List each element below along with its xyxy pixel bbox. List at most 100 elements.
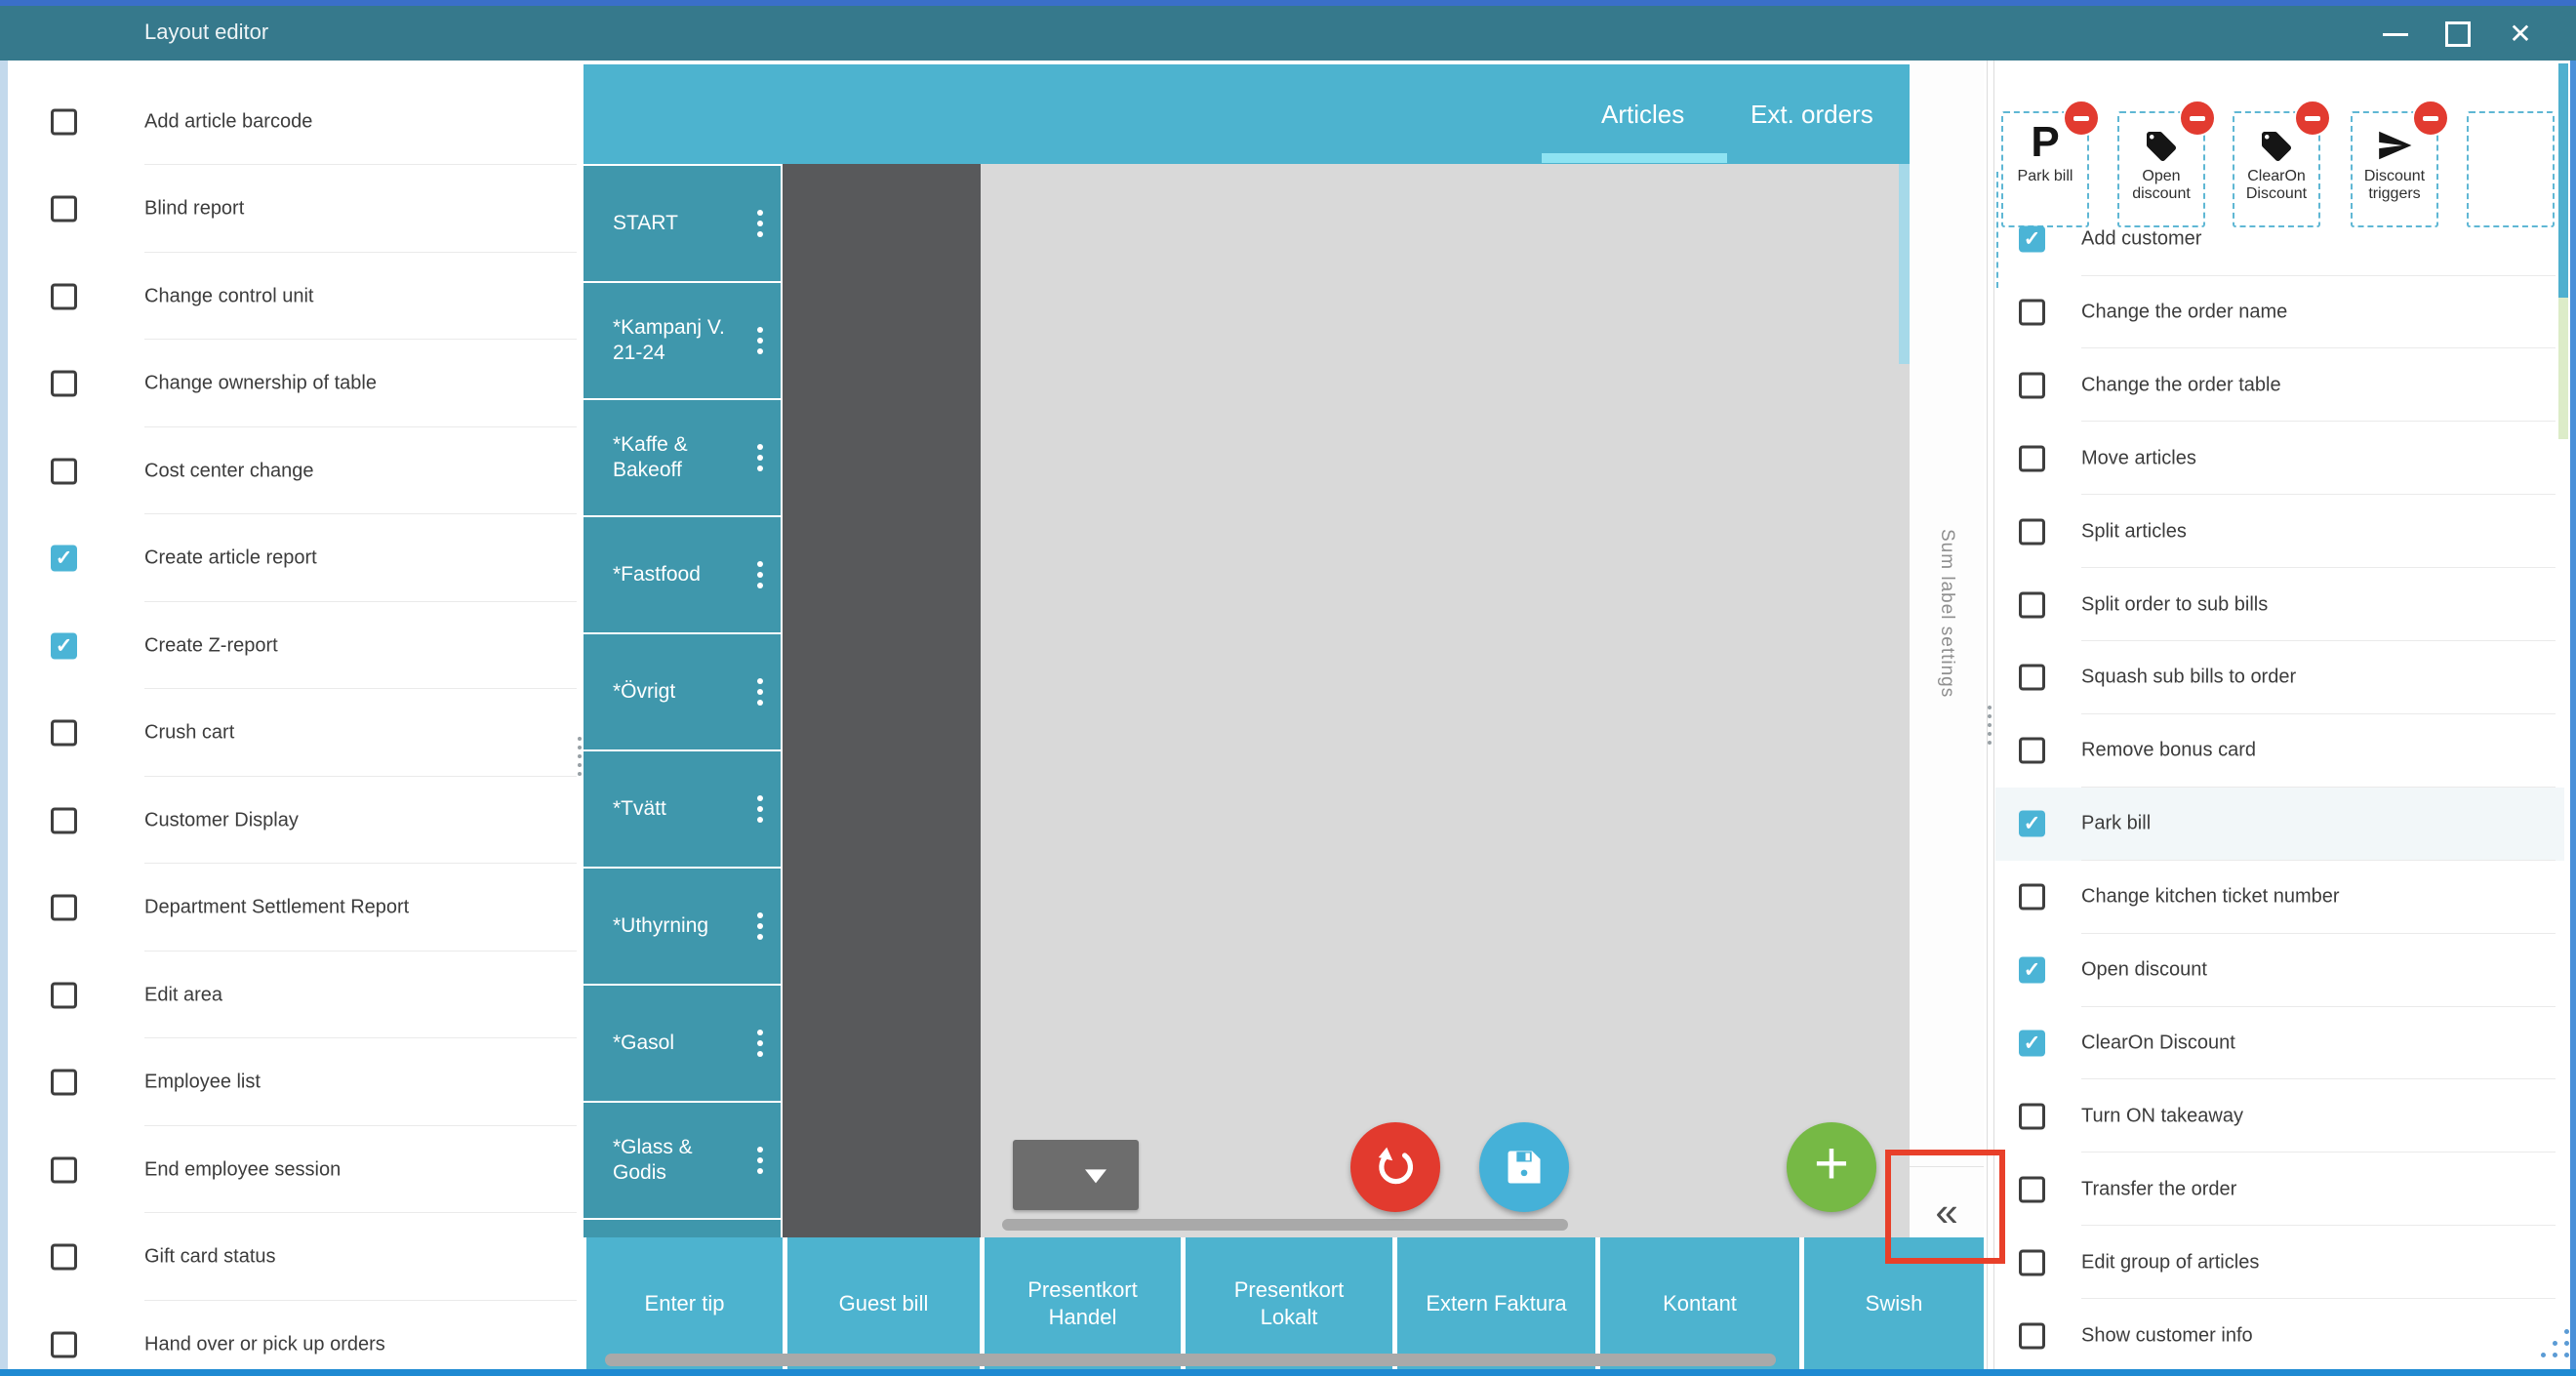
right-splitter-handle[interactable]	[1988, 706, 1992, 745]
kebab-menu-icon[interactable]	[757, 795, 763, 823]
checkbox[interactable]	[51, 196, 77, 223]
function-row[interactable]: Hand over or pick up orders	[8, 1301, 581, 1376]
remove-slot-button[interactable]	[2294, 100, 2331, 137]
checkbox[interactable]	[2019, 591, 2045, 618]
order-function-row[interactable]: Split articles	[1995, 495, 2570, 568]
layout-canvas[interactable]	[981, 164, 1910, 1237]
checkbox[interactable]	[2019, 445, 2045, 471]
left-splitter-handle[interactable]	[578, 737, 582, 776]
kebab-menu-icon[interactable]	[757, 327, 763, 354]
function-row[interactable]: Edit area	[8, 951, 581, 1038]
checkbox[interactable]	[51, 108, 77, 135]
function-row[interactable]: Customer Display	[8, 777, 581, 864]
payment-button[interactable]: Kontant	[1600, 1237, 1799, 1369]
checkbox[interactable]	[2019, 1322, 2045, 1349]
payment-button[interactable]: Extern Faktura	[1397, 1237, 1595, 1369]
checkbox[interactable]: ✓	[2019, 811, 2045, 837]
order-function-row[interactable]: Move articles	[1995, 422, 2570, 495]
add-button[interactable]: +	[1787, 1122, 1876, 1212]
checkbox[interactable]	[51, 720, 77, 747]
order-function-row[interactable]: Change the order table	[1995, 348, 2570, 422]
order-function-row[interactable]: ✓ClearOn Discount	[1995, 1006, 2570, 1079]
checkbox[interactable]	[51, 1070, 77, 1096]
checkbox[interactable]	[2019, 372, 2045, 398]
bottom-horizontal-scrollbar[interactable]	[605, 1354, 1776, 1366]
minimize-button[interactable]	[2373, 12, 2418, 57]
kebab-menu-icon[interactable]	[757, 210, 763, 237]
tab-ext-orders[interactable]: Ext. orders	[1751, 100, 1873, 130]
payment-button[interactable]: Enter tip	[586, 1237, 783, 1369]
order-function-row[interactable]: ✓Park bill	[1995, 788, 2570, 861]
category-button[interactable]: *Uthyrning	[584, 869, 781, 984]
checkbox[interactable]	[2019, 884, 2045, 911]
checkbox[interactable]	[2019, 299, 2045, 325]
function-row[interactable]: Gift card status	[8, 1214, 581, 1301]
category-button[interactable]: *Tvätt	[584, 751, 781, 867]
checkbox[interactable]	[51, 1244, 77, 1271]
checkbox[interactable]	[51, 895, 77, 921]
checkbox[interactable]	[2019, 518, 2045, 545]
kebab-menu-icon[interactable]	[757, 1030, 763, 1057]
checkbox[interactable]: ✓	[2019, 1030, 2045, 1056]
kebab-menu-icon[interactable]	[757, 678, 763, 706]
checkbox[interactable]	[51, 1331, 77, 1357]
checkbox[interactable]: ✓	[51, 632, 77, 659]
kebab-menu-icon[interactable]	[757, 912, 763, 940]
function-row[interactable]: Blind report	[8, 166, 581, 253]
category-button[interactable]: *Kampanj V. 21-24	[584, 283, 781, 398]
payment-button[interactable]: Presentkort Handel	[985, 1237, 1181, 1369]
function-row[interactable]: Cost center change	[8, 427, 581, 514]
function-row[interactable]: Add article barcode	[8, 78, 581, 165]
checkbox[interactable]	[51, 1156, 77, 1183]
kebab-menu-icon[interactable]	[757, 444, 763, 471]
function-row[interactable]: Change control unit	[8, 253, 581, 340]
function-row[interactable]: Department Settlement Report	[8, 865, 581, 951]
category-button[interactable]: *Övrigt	[584, 634, 781, 749]
canvas-dropdown[interactable]	[1013, 1140, 1139, 1210]
category-button[interactable]: *Kaffe & Bakeoff	[584, 400, 781, 515]
order-function-row[interactable]: Split order to sub bills	[1995, 568, 2570, 641]
function-row[interactable]: End employee session	[8, 1126, 581, 1213]
canvas-horizontal-scrollbar[interactable]	[1002, 1219, 1568, 1231]
checkbox[interactable]	[2019, 1249, 2045, 1275]
function-row[interactable]: Crush cart	[8, 690, 581, 777]
payment-button[interactable]: Guest bill	[787, 1237, 980, 1369]
kebab-menu-icon[interactable]	[757, 561, 763, 588]
checkbox[interactable]	[2019, 738, 2045, 764]
checkbox[interactable]	[51, 807, 77, 833]
order-function-row[interactable]: ✓Open discount	[1995, 934, 2570, 1007]
resize-grip[interactable]	[2533, 1327, 2576, 1370]
remove-slot-button[interactable]	[2179, 100, 2216, 137]
checkbox[interactable]	[51, 371, 77, 397]
close-button[interactable]: ✕	[2498, 12, 2543, 57]
function-row[interactable]: Change ownership of table	[8, 341, 581, 427]
function-row[interactable]: ✓Create Z-report	[8, 602, 581, 689]
remove-slot-button[interactable]	[2412, 100, 2449, 137]
order-function-row[interactable]: Edit group of articles	[1995, 1226, 2570, 1299]
order-function-row[interactable]: ✓Add customer	[1995, 203, 2570, 276]
category-button[interactable]: *Glass & Godis	[584, 1103, 781, 1218]
kebab-menu-icon[interactable]	[757, 1147, 763, 1174]
function-row[interactable]: Employee list	[8, 1039, 581, 1126]
order-function-row[interactable]: Change kitchen ticket number	[1995, 861, 2570, 934]
checkbox[interactable]: ✓	[2019, 957, 2045, 984]
payment-button[interactable]: Swish	[1804, 1237, 1984, 1369]
save-button[interactable]	[1479, 1122, 1569, 1212]
order-function-row[interactable]: Show customer info	[1995, 1299, 2570, 1372]
maximize-button[interactable]	[2435, 12, 2480, 57]
checkbox[interactable]: ✓	[2019, 226, 2045, 253]
checkbox[interactable]: ✓	[51, 546, 77, 572]
canvas-vertical-scrollbar[interactable]	[1899, 164, 1910, 364]
category-button[interactable]: *Fastfood	[584, 517, 781, 632]
order-function-row[interactable]: Turn ON takeaway	[1995, 1079, 2570, 1153]
undo-button[interactable]	[1350, 1122, 1440, 1212]
function-row[interactable]: ✓Create article report	[8, 515, 581, 602]
checkbox[interactable]	[2019, 1176, 2045, 1202]
payment-button[interactable]: Presentkort Lokalt	[1186, 1237, 1392, 1369]
category-button[interactable]: START	[584, 166, 781, 281]
checkbox[interactable]	[51, 283, 77, 309]
category-button[interactable]: *Gasol	[584, 986, 781, 1101]
order-function-row[interactable]: Remove bonus card	[1995, 714, 2570, 788]
category-button-partial[interactable]	[584, 1220, 781, 1237]
checkbox[interactable]	[2019, 1103, 2045, 1129]
